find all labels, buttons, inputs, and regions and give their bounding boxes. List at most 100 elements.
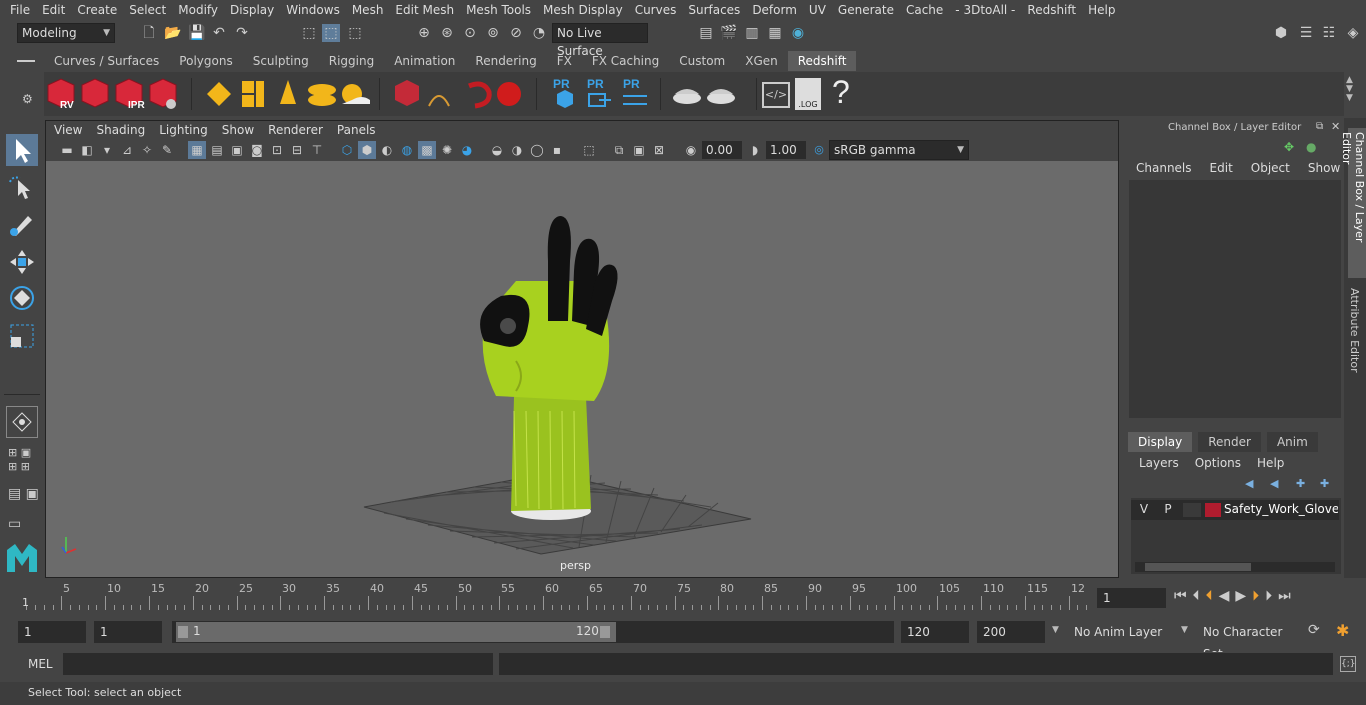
film-gate-icon[interactable]: ▤	[208, 141, 226, 159]
xray-joints-icon[interactable]: ⧉	[610, 141, 628, 159]
scale-tool-icon[interactable]	[6, 320, 38, 352]
wireframe-on-shaded-icon[interactable]: ◐	[378, 141, 396, 159]
snap-point-icon[interactable]: ⊙	[461, 24, 479, 42]
menu-generate[interactable]: Generate	[832, 3, 900, 17]
menu-edit[interactable]: Edit	[36, 3, 71, 17]
color-space-dropdown[interactable]: sRGB gamma ▼	[829, 140, 969, 160]
modeling-toolkit-icon[interactable]: ⬢	[1272, 24, 1290, 42]
layout-quad-icon[interactable]: ⊞ ▣ ⊞ ⊞	[8, 446, 31, 474]
menu-cache[interactable]: Cache	[900, 3, 949, 17]
channel-box-icon[interactable]: ◈	[1344, 24, 1362, 42]
mode-dropdown[interactable]: Modeling ▼	[17, 23, 115, 43]
shelf-tab-custom[interactable]: Custom	[669, 51, 735, 71]
menu-create[interactable]: Create	[71, 3, 123, 17]
menu-uv[interactable]: UV	[803, 3, 832, 17]
shelf-tab-sculpting[interactable]: Sculpting	[243, 51, 319, 71]
start-frame-field[interactable]: 1	[18, 621, 86, 643]
undo-icon[interactable]: ↶	[210, 24, 228, 42]
layer-playback-toggle[interactable]: P	[1159, 502, 1177, 518]
wireframe-icon[interactable]: ⬡	[338, 141, 356, 159]
viewport-menu-lighting[interactable]: Lighting	[159, 123, 216, 137]
gamma-field[interactable]: 1.00	[766, 141, 806, 159]
range-slider-handle[interactable]: 1 120	[176, 622, 616, 642]
layer-menu-options[interactable]: Options	[1195, 456, 1241, 470]
max-frame-field[interactable]: 200	[977, 621, 1045, 643]
menu-3dtoall[interactable]: - 3DtoAll -	[949, 3, 1021, 17]
layer-menu-layers[interactable]: Layers	[1139, 456, 1179, 470]
3d-scene[interactable]: persp	[46, 161, 1118, 577]
menu-windows[interactable]: Windows	[280, 3, 346, 17]
menu-file[interactable]: File	[4, 3, 36, 17]
viewport-menu-panels[interactable]: Panels	[337, 123, 384, 137]
smooth-shade-icon[interactable]: ⬢	[358, 141, 376, 159]
float-icon[interactable]: ⧉	[1316, 121, 1323, 132]
chevron-down-icon[interactable]: ▼	[1052, 625, 1059, 635]
new-layer-icon[interactable]: ✚	[1296, 477, 1305, 490]
new-scene-icon[interactable]: 🗋	[140, 24, 158, 42]
playback-start-field[interactable]: 1	[94, 621, 162, 643]
shelf-settings-icon[interactable]: ⚙	[22, 92, 33, 106]
menu-help[interactable]: Help	[1082, 3, 1121, 17]
time-slider[interactable]: 5 10 15 20 25 30 35 40 45 50 55 60 65 70 75 80 85 90 95 100…	[18, 582, 1092, 612]
viewport-menu-show[interactable]: Show	[222, 123, 262, 137]
layer-scrollbar[interactable]	[1135, 562, 1335, 572]
step-forward-frame-icon[interactable]: ⏵	[1252, 588, 1265, 604]
isolate-select-icon[interactable]: ⬚	[580, 141, 598, 159]
open-scene-icon[interactable]: 📂	[164, 24, 182, 42]
layer-move-up-icon[interactable]: ◀	[1245, 477, 1253, 490]
backface-icon[interactable]: ⊠	[650, 141, 668, 159]
help-icon[interactable]: ?	[832, 74, 850, 111]
ssao-icon[interactable]: ◒	[488, 141, 506, 159]
motion-blur-icon[interactable]: ◑	[508, 141, 526, 159]
lasso-tool-icon[interactable]	[6, 172, 38, 204]
textured-icon[interactable]: ◍	[398, 141, 416, 159]
layer-visibility-toggle[interactable]: V	[1135, 502, 1153, 518]
snap-view-icon[interactable]: ⊚	[484, 24, 502, 42]
safe-title-icon[interactable]: ⊤	[308, 141, 326, 159]
anim-layer-dropdown[interactable]: No Anim Layer	[1068, 621, 1168, 643]
menu-deform[interactable]: Deform	[746, 3, 803, 17]
go-to-start-icon[interactable]: ⏮	[1174, 588, 1193, 604]
side-tab-channel-box[interactable]: Channel Box / Layer Editor	[1340, 128, 1366, 278]
side-tab-attribute-editor[interactable]: Attribute Editor	[1348, 288, 1361, 373]
two-d-pan-icon[interactable]: ✎	[158, 141, 176, 159]
menu-select[interactable]: Select	[123, 3, 172, 17]
glove-model[interactable]	[480, 216, 618, 520]
layer-move-down-icon[interactable]: ◀	[1270, 477, 1278, 490]
menu-surfaces[interactable]: Surfaces	[682, 3, 746, 17]
command-language-label[interactable]: MEL	[28, 657, 53, 671]
rotate-tool-icon[interactable]	[6, 282, 38, 314]
step-forward-key-icon[interactable]: ⏵	[1265, 588, 1278, 604]
hypershade-icon[interactable]: ◉	[789, 24, 807, 42]
last-tool-icon[interactable]	[6, 406, 38, 438]
xray-icon[interactable]: ▩	[418, 141, 436, 159]
chevron-down-icon[interactable]: ▼	[1181, 625, 1188, 635]
channel-menu-show[interactable]: Show	[1308, 161, 1340, 175]
layer-tab-display[interactable]: Display	[1128, 432, 1193, 452]
menu-modify[interactable]: Modify	[172, 3, 224, 17]
shelf-tab-rigging[interactable]: Rigging	[319, 51, 384, 71]
viewport-menu-shading[interactable]: Shading	[96, 123, 153, 137]
dof-icon[interactable]: ▪	[548, 141, 566, 159]
menu-edit-mesh[interactable]: Edit Mesh	[389, 3, 460, 17]
attribute-editor-icon[interactable]: ☰	[1297, 24, 1315, 42]
shelf-tab-curves-surfaces[interactable]: Curves / Surfaces	[44, 51, 169, 71]
safe-action-icon[interactable]: ⊟	[288, 141, 306, 159]
layer-name[interactable]: Safety_Work_Gloves_C	[1224, 502, 1338, 516]
field-chart-icon[interactable]: ⊡	[268, 141, 286, 159]
gamma-icon[interactable]: ◗	[746, 141, 764, 159]
go-to-end-icon[interactable]: ⏭	[1278, 588, 1297, 604]
tool-settings-icon[interactable]: ☷	[1320, 24, 1338, 42]
shelf-tab-fx[interactable]: FX	[547, 51, 582, 71]
layout-single-icon[interactable]: ▭	[8, 516, 21, 532]
new-layer-selected-icon[interactable]: ✚	[1320, 477, 1329, 490]
menu-mesh-display[interactable]: Mesh Display	[537, 3, 629, 17]
menu-mesh-tools[interactable]: Mesh Tools	[460, 3, 537, 17]
snap-surface-icon[interactable]: ⊘	[507, 24, 525, 42]
grid-icon[interactable]: ▦	[188, 141, 206, 159]
move-tool-icon[interactable]	[6, 246, 38, 278]
menu-redshift[interactable]: Redshift	[1021, 3, 1082, 17]
redshift-object-icons[interactable]	[202, 76, 372, 112]
character-set-dropdown[interactable]: No Character Set	[1197, 621, 1297, 661]
current-frame-field[interactable]: 1	[1097, 588, 1166, 608]
